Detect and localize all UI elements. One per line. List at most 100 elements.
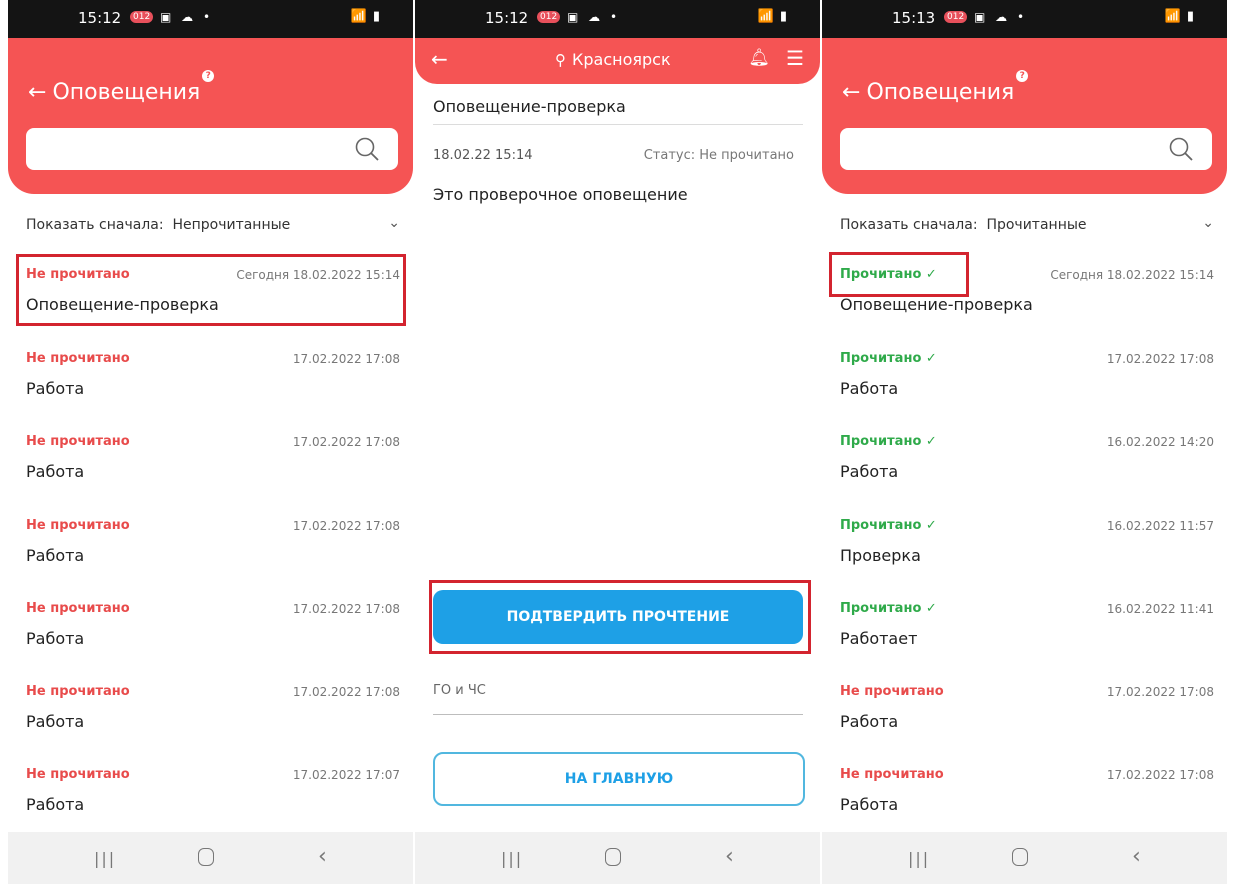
bell-icon[interactable]: 🔔︎ bbox=[748, 48, 770, 68]
app-header: ← Оповещения? bbox=[8, 38, 413, 194]
item-status: Прочитано ✓ bbox=[840, 351, 937, 366]
item-title: Работа bbox=[26, 629, 85, 648]
list-item[interactable]: Не прочитано 17.02.2022 17:08 Работа bbox=[26, 601, 400, 671]
alert-body: Это проверочное оповещение bbox=[433, 185, 688, 204]
chevron-down-icon[interactable]: ⌄ bbox=[1202, 215, 1214, 231]
status-time: 15:12 bbox=[485, 9, 529, 27]
notification-badge-icon: 012 bbox=[944, 11, 968, 23]
back-arrow-icon[interactable]: ← bbox=[28, 80, 46, 105]
item-title: Проверка bbox=[840, 546, 921, 565]
home-icon[interactable] bbox=[605, 848, 621, 866]
search-icon[interactable] bbox=[1168, 136, 1194, 162]
search-input[interactable] bbox=[840, 128, 1212, 170]
sort-label: Показать сначала: bbox=[840, 217, 978, 233]
highlight-box bbox=[16, 254, 406, 326]
search-icon[interactable] bbox=[354, 136, 380, 162]
search-input[interactable] bbox=[26, 128, 398, 170]
item-date: 17.02.2022 17:07 bbox=[292, 768, 400, 782]
list-item[interactable]: Прочитано ✓ 16.02.2022 14:20 Работа bbox=[840, 434, 1214, 504]
status-bar: 15:12 012 ▣ ☁ • 📶 ▮ bbox=[8, 0, 413, 38]
header-title-row: ← Оповещения? bbox=[28, 70, 215, 105]
chevron-down-icon[interactable]: ⌄ bbox=[388, 215, 400, 231]
item-date: 16.02.2022 11:57 bbox=[1106, 519, 1214, 533]
item-title: Работа bbox=[840, 379, 899, 398]
help-icon[interactable]: ? bbox=[1016, 70, 1029, 82]
alert-title: Оповещение-проверка bbox=[433, 97, 626, 116]
sort-value: Непрочитанные bbox=[172, 217, 291, 233]
item-status: Не прочитано bbox=[26, 518, 130, 533]
help-icon[interactable]: ? bbox=[202, 70, 215, 82]
status-bar: 15:13 012 ▣ ☁ • 📶 ▮ bbox=[822, 0, 1227, 38]
app-header: ← Оповещения? bbox=[822, 38, 1227, 194]
list-item[interactable]: Не прочитано 17.02.2022 17:08 Работа bbox=[26, 351, 400, 421]
back-arrow-icon[interactable]: ← bbox=[842, 80, 860, 105]
sort-label: Показать сначала: bbox=[26, 217, 164, 233]
item-title: Работа bbox=[26, 379, 85, 398]
sort-value: Прочитанные bbox=[986, 217, 1087, 233]
system-nav-bar: ||| ‹ bbox=[8, 832, 413, 884]
nav-back-icon[interactable]: ‹ bbox=[318, 844, 327, 869]
item-title: Работа bbox=[840, 712, 899, 731]
status-notification-icons: 012 ▣ ☁ • bbox=[537, 10, 620, 24]
item-status: Не прочитано bbox=[26, 601, 130, 616]
nav-back-icon[interactable]: ‹ bbox=[1132, 844, 1141, 869]
notification-badge-icon: 012 bbox=[537, 11, 561, 23]
list-item[interactable]: Прочитано ✓ 17.02.2022 17:08 Работа bbox=[840, 351, 1214, 421]
system-nav-bar: ||| ‹ bbox=[415, 832, 820, 884]
divider bbox=[433, 124, 803, 125]
home-icon[interactable] bbox=[198, 848, 214, 866]
nav-back-icon[interactable]: ‹ bbox=[725, 844, 734, 869]
recent-apps-icon[interactable]: ||| bbox=[501, 849, 523, 868]
item-status: Прочитано ✓ bbox=[840, 601, 937, 616]
item-date: 17.02.2022 17:08 bbox=[292, 352, 400, 366]
alert-category: ГО и ЧС bbox=[433, 683, 486, 698]
page-title: Оповещения bbox=[52, 80, 201, 105]
list-item[interactable]: Не прочитано 17.02.2022 17:08 Работа bbox=[840, 684, 1214, 754]
screen-unread-list: 15:12 012 ▣ ☁ • 📶 ▮ ← Оповещения? Показат… bbox=[8, 0, 413, 884]
list-item[interactable]: Прочитано ✓ 16.02.2022 11:41 Работает bbox=[840, 601, 1214, 671]
home-button[interactable]: НА ГЛАВНУЮ bbox=[433, 752, 805, 806]
item-date: 16.02.2022 11:41 bbox=[1106, 602, 1214, 616]
city-selector[interactable]: ⚲ Красноярск bbox=[555, 50, 671, 69]
list-item[interactable]: Прочитано ✓ 16.02.2022 11:57 Проверка bbox=[840, 518, 1214, 588]
sort-selector[interactable]: Показать сначала: Непрочитанные ⌄ bbox=[26, 215, 400, 233]
item-status: Не прочитано bbox=[840, 767, 944, 782]
highlight-box bbox=[829, 252, 969, 297]
item-title: Работа bbox=[26, 712, 85, 731]
list-item[interactable]: Не прочитано 17.02.2022 17:08 Работа bbox=[26, 684, 400, 754]
status-notification-icons: 012 ▣ ☁ • bbox=[944, 10, 1027, 24]
item-date: 17.02.2022 17:08 bbox=[292, 435, 400, 449]
status-bar: 15:12 012 ▣ ☁ • 📶 ▮ bbox=[415, 0, 820, 38]
list-item[interactable]: Не прочитано 17.02.2022 17:07 Работа bbox=[26, 767, 400, 837]
item-status: Не прочитано bbox=[26, 767, 130, 782]
location-pin-icon: ⚲ bbox=[555, 51, 566, 69]
sort-selector[interactable]: Показать сначала: Прочитанные ⌄ bbox=[840, 215, 1214, 233]
back-arrow-icon[interactable]: ← bbox=[431, 47, 448, 71]
recent-apps-icon[interactable]: ||| bbox=[908, 849, 930, 868]
home-icon[interactable] bbox=[1012, 848, 1028, 866]
item-status: Не прочитано bbox=[26, 684, 130, 699]
hamburger-menu-icon[interactable]: ☰ bbox=[786, 46, 804, 70]
item-date: 17.02.2022 17:08 bbox=[292, 685, 400, 699]
item-date: 17.02.2022 17:08 bbox=[292, 602, 400, 616]
list-item[interactable]: Не прочитано 17.02.2022 17:08 Работа bbox=[840, 767, 1214, 837]
system-nav-bar: ||| ‹ bbox=[822, 832, 1227, 884]
divider bbox=[433, 714, 803, 715]
alert-date: 18.02.22 15:14 bbox=[433, 148, 533, 163]
item-status: Не прочитано bbox=[26, 351, 130, 366]
item-title: Работа bbox=[840, 462, 899, 481]
list-item[interactable]: Не прочитано 17.02.2022 17:08 Работа bbox=[26, 518, 400, 588]
alert-status: Статус: Не прочитано bbox=[643, 148, 794, 163]
item-title: Работа bbox=[26, 795, 85, 814]
item-status: Прочитано ✓ bbox=[840, 434, 937, 449]
item-date: 16.02.2022 14:20 bbox=[1106, 435, 1214, 449]
item-title: Работа bbox=[26, 462, 85, 481]
item-status: Не прочитано bbox=[840, 684, 944, 699]
recent-apps-icon[interactable]: ||| bbox=[94, 849, 116, 868]
status-notification-icons: 012 ▣ ☁ • bbox=[130, 10, 213, 24]
app-header: ← ⚲ Красноярск 🔔︎ ☰ bbox=[415, 38, 820, 84]
header-title-row: ← Оповещения? bbox=[842, 70, 1029, 105]
list-item[interactable]: Не прочитано 17.02.2022 17:08 Работа bbox=[26, 434, 400, 504]
screen-alert-detail: 15:12 012 ▣ ☁ • 📶 ▮ ← ⚲ Красноярск 🔔︎ ☰ О… bbox=[415, 0, 820, 884]
item-date: 17.02.2022 17:08 bbox=[292, 519, 400, 533]
